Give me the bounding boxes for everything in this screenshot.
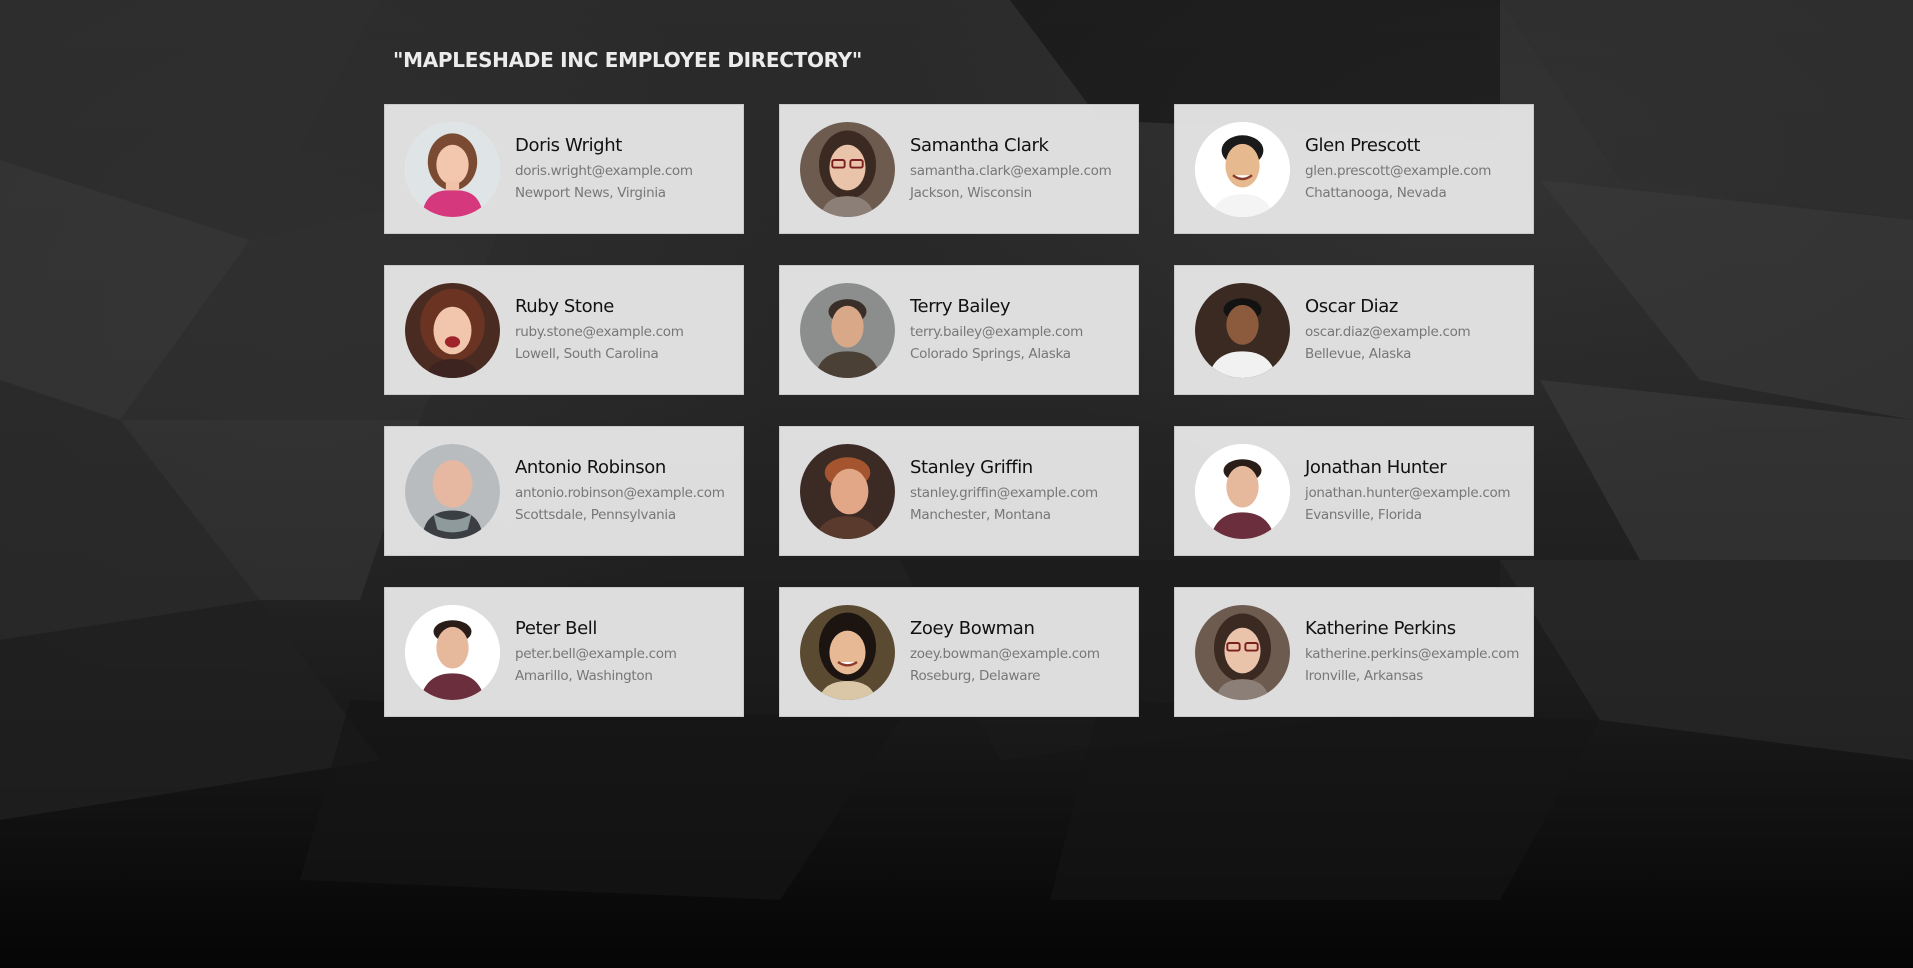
employee-email: peter.bell@example.com [515,646,677,662]
employee-email: doris.wright@example.com [515,163,693,179]
avatar [800,604,895,700]
employee-email: terry.bailey@example.com [910,324,1083,340]
employee-name: Jonathan Hunter [1305,457,1447,478]
avatar [405,604,500,700]
employee-email: stanley.griffin@example.com [910,485,1098,501]
employee-email: jonathan.hunter@example.com [1305,485,1511,501]
employee-location: Scottsdale, Pennsylvania [515,507,676,523]
avatar [1195,121,1290,217]
employee-name: Zoey Bowman [910,618,1035,639]
employee-card[interactable]: Zoey Bowman zoey.bowman@example.com Rose… [779,587,1139,717]
employee-name: Ruby Stone [515,296,614,317]
employee-email: glen.prescott@example.com [1305,163,1492,179]
employee-name: Oscar Diaz [1305,296,1398,317]
page-title: "MAPLESHADE INC EMPLOYEE DIRECTORY" [393,48,862,72]
employee-card[interactable]: Oscar Diaz oscar.diaz@example.com Bellev… [1174,265,1534,395]
avatar [800,282,895,378]
employee-card[interactable]: Terry Bailey terry.bailey@example.com Co… [779,265,1139,395]
employee-name: Katherine Perkins [1305,618,1456,639]
employee-location: Jackson, Wisconsin [910,185,1032,201]
employee-location: Amarillo, Washington [515,668,653,684]
employee-card[interactable]: Ruby Stone ruby.stone@example.com Lowell… [384,265,744,395]
employee-location: Bellevue, Alaska [1305,346,1412,362]
employee-card[interactable]: Glen Prescott glen.prescott@example.com … [1174,104,1534,234]
avatar [405,282,500,378]
employee-location: Manchester, Montana [910,507,1051,523]
avatar [800,121,895,217]
employee-name: Peter Bell [515,618,597,639]
employee-email: samantha.clark@example.com [910,163,1112,179]
employee-card[interactable]: Jonathan Hunter jonathan.hunter@example.… [1174,426,1534,556]
employee-card[interactable]: Samantha Clark samantha.clark@example.co… [779,104,1139,234]
employee-name: Stanley Griffin [910,457,1033,478]
employee-card[interactable]: Stanley Griffin stanley.griffin@example.… [779,426,1139,556]
employee-email: katherine.perkins@example.com [1305,646,1520,662]
employee-location: Lowell, South Carolina [515,346,659,362]
employee-name: Doris Wright [515,135,622,156]
page: "MAPLESHADE INC EMPLOYEE DIRECTORY" Dori… [0,0,1913,968]
avatar [405,121,500,217]
employee-location: Chattanooga, Nevada [1305,185,1447,201]
employee-email: antonio.robinson@example.com [515,485,725,501]
employee-name: Samantha Clark [910,135,1049,156]
employee-card[interactable]: Doris Wright doris.wright@example.com Ne… [384,104,744,234]
avatar [1195,282,1290,378]
employee-card[interactable]: Peter Bell peter.bell@example.com Amaril… [384,587,744,717]
employee-email: ruby.stone@example.com [515,324,684,340]
employee-location: Colorado Springs, Alaska [910,346,1071,362]
employee-grid: Doris Wright doris.wright@example.com Ne… [384,104,1534,717]
employee-name: Antonio Robinson [515,457,666,478]
employee-location: Roseburg, Delaware [910,668,1041,684]
employee-email: oscar.diaz@example.com [1305,324,1471,340]
employee-card[interactable]: Antonio Robinson antonio.robinson@exampl… [384,426,744,556]
avatar [1195,604,1290,700]
employee-card[interactable]: Katherine Perkins katherine.perkins@exam… [1174,587,1534,717]
employee-name: Glen Prescott [1305,135,1420,156]
employee-name: Terry Bailey [910,296,1011,317]
employee-location: Ironville, Arkansas [1305,668,1424,684]
employee-location: Newport News, Virginia [515,185,666,201]
avatar [1195,443,1290,539]
employee-email: zoey.bowman@example.com [910,646,1100,662]
avatar [405,443,500,539]
avatar [800,443,895,539]
employee-location: Evansville, Florida [1305,507,1422,523]
